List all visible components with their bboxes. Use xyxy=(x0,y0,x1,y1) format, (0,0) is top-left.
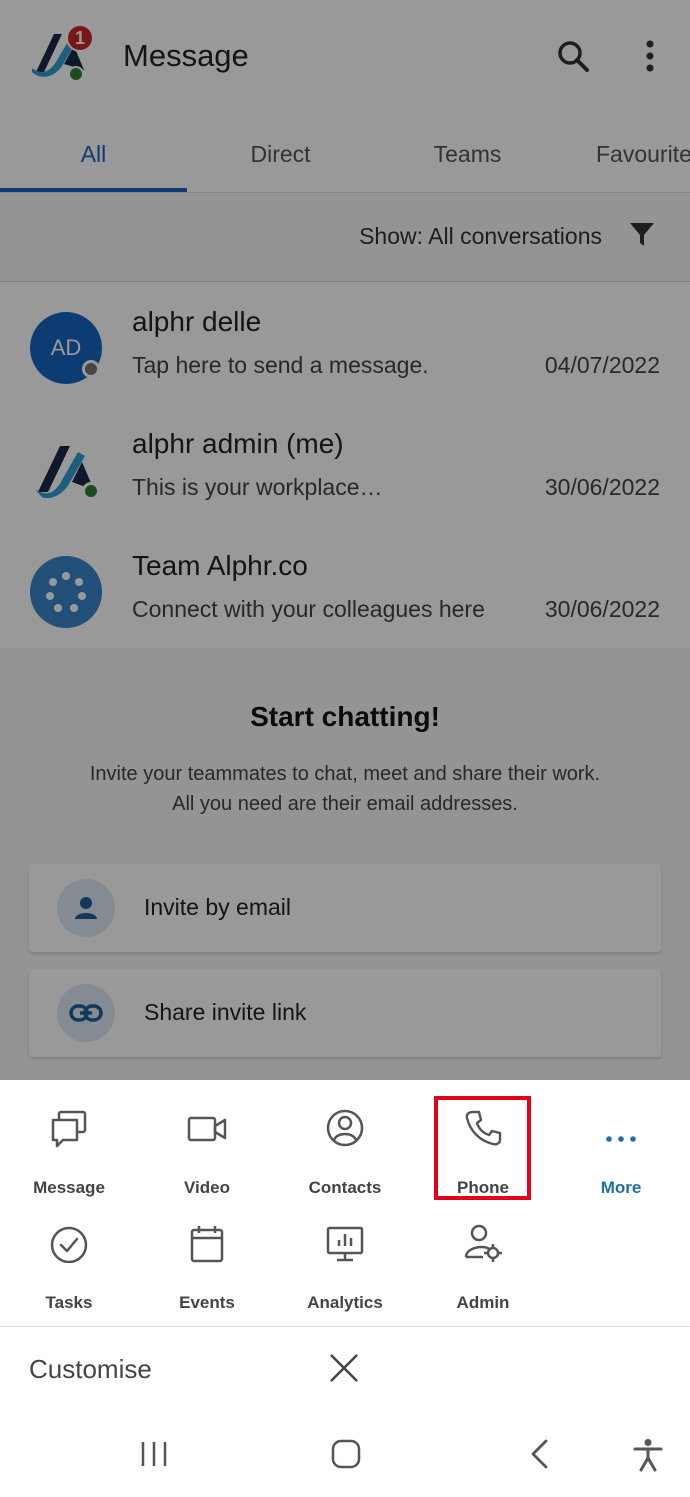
customise-button[interactable]: Customise xyxy=(29,1354,152,1385)
menu-item-admin[interactable]: Admin xyxy=(423,1215,543,1315)
contact-circle-icon xyxy=(326,1109,364,1147)
accessibility-icon[interactable] xyxy=(632,1438,664,1472)
menu-item-label: Contacts xyxy=(308,1178,382,1197)
menu-item-events[interactable]: Events xyxy=(147,1215,267,1315)
sheet-divider xyxy=(0,1326,690,1327)
menu-item-analytics[interactable]: Analytics xyxy=(285,1215,405,1315)
video-camera-icon xyxy=(187,1116,227,1142)
chat-bubbles-icon xyxy=(51,1110,87,1148)
menu-item-label: Video xyxy=(184,1178,230,1197)
analytics-monitor-icon xyxy=(326,1226,364,1262)
home-icon[interactable] xyxy=(330,1438,362,1470)
checkmark-circle-icon xyxy=(50,1226,88,1263)
menu-item-label: More xyxy=(600,1178,642,1197)
menu-item-more[interactable]: More xyxy=(561,1100,681,1200)
menu-item-label: Analytics xyxy=(307,1293,383,1312)
menu-item-contacts[interactable]: Contacts xyxy=(285,1100,405,1200)
menu-item-label: Message xyxy=(33,1178,105,1197)
menu-item-tasks[interactable]: Tasks xyxy=(9,1215,129,1315)
menu-item-label: Events xyxy=(179,1293,235,1312)
more-dots-icon xyxy=(606,1136,636,1142)
menu-item-message[interactable]: Message xyxy=(9,1100,129,1200)
recent-apps-icon[interactable] xyxy=(138,1438,170,1470)
back-icon[interactable] xyxy=(526,1438,554,1470)
close-icon[interactable] xyxy=(327,1351,361,1385)
calendar-icon xyxy=(190,1226,224,1263)
menu-item-label: Tasks xyxy=(45,1293,93,1312)
admin-user-gear-icon xyxy=(464,1224,502,1262)
phone-highlight-box xyxy=(434,1096,531,1200)
modal-scrim[interactable] xyxy=(0,0,690,1080)
menu-item-label: Admin xyxy=(456,1293,510,1312)
menu-item-video[interactable]: Video xyxy=(147,1100,267,1200)
